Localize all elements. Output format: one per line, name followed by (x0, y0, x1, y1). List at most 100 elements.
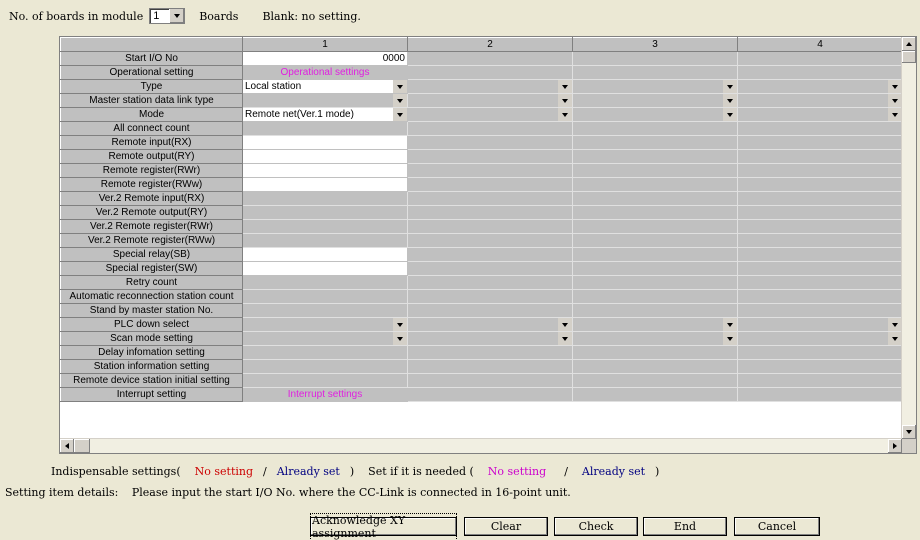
cancel-button[interactable]: Cancel (734, 517, 820, 536)
dropdown-cell[interactable] (407, 93, 573, 108)
input-cell[interactable] (242, 135, 408, 150)
dropdown-cell[interactable] (407, 317, 573, 332)
table-row: Remote device station initial setting (60, 373, 903, 388)
dropdown-cell[interactable] (737, 317, 903, 332)
dropdown-cell[interactable] (572, 79, 738, 94)
chevron-down-icon[interactable] (888, 108, 902, 121)
scroll-left-icon[interactable] (60, 439, 74, 453)
chevron-down-icon[interactable] (558, 80, 572, 93)
dropdown[interactable] (244, 332, 407, 345)
acknowledge-xy-button[interactable]: Acknowledge XY assignment (310, 512, 457, 540)
chevron-down-icon[interactable] (723, 108, 737, 121)
row-label: Remote register(RWr) (60, 163, 243, 178)
dropdown[interactable] (739, 332, 902, 345)
dropdown-cell[interactable] (407, 331, 573, 346)
dropdown[interactable] (574, 80, 737, 93)
chevron-down-icon[interactable] (558, 94, 572, 107)
chevron-down-icon[interactable] (558, 108, 572, 121)
dropdown-cell[interactable] (242, 331, 408, 346)
dropdown[interactable] (574, 318, 737, 331)
check-button[interactable]: Check (554, 517, 638, 536)
dropdown-cell[interactable] (242, 317, 408, 332)
dropdown-cell[interactable] (737, 107, 903, 122)
dropdown-cell[interactable] (737, 331, 903, 346)
vertical-scrollbar[interactable] (901, 37, 916, 439)
dropdown[interactable] (739, 108, 902, 121)
table-row: Operational setting Operational settings (60, 65, 903, 80)
dropdown-cell[interactable] (407, 107, 573, 122)
chevron-down-icon[interactable] (393, 108, 407, 121)
scroll-right-icon[interactable] (888, 439, 902, 453)
scroll-up-icon[interactable] (902, 37, 916, 51)
dropdown-cell[interactable] (572, 107, 738, 122)
row-label: Ver.2 Remote register(RWr) (60, 219, 243, 234)
horizontal-scrollbar[interactable] (60, 438, 902, 453)
end-button[interactable]: End (643, 517, 727, 536)
chevron-down-icon[interactable] (393, 332, 407, 345)
chevron-down-icon[interactable] (723, 80, 737, 93)
chevron-down-icon[interactable] (393, 318, 407, 331)
dropdown-cell[interactable] (572, 93, 738, 108)
dropdown-cell[interactable]: Remote net(Ver.1 mode) (242, 107, 408, 122)
dropdown[interactable] (739, 94, 902, 107)
row-label: Type (60, 79, 243, 94)
table-row: Scan mode setting (60, 331, 903, 346)
dropdown[interactable] (574, 108, 737, 121)
dropdown[interactable]: Local station (244, 80, 407, 93)
chevron-down-icon[interactable] (393, 94, 407, 107)
dropdown-cell[interactable] (572, 317, 738, 332)
grid-cell (737, 261, 903, 276)
dropdown-cell[interactable]: Local station (242, 79, 408, 94)
dropdown[interactable] (409, 332, 572, 345)
settings-link-cell[interactable]: Interrupt settings (242, 387, 408, 402)
input-cell[interactable] (242, 261, 408, 276)
input-cell[interactable] (242, 163, 408, 178)
dropdown[interactable] (739, 318, 902, 331)
chevron-down-icon[interactable] (888, 332, 902, 345)
dropdown[interactable] (244, 94, 407, 107)
dropdown-cell[interactable] (737, 93, 903, 108)
chevron-down-icon[interactable] (393, 80, 407, 93)
legend-no-setting: No setting (194, 465, 254, 478)
chevron-down-icon[interactable] (888, 318, 902, 331)
clear-button[interactable]: Clear (464, 517, 548, 536)
dropdown[interactable] (574, 332, 737, 345)
dropdown-cell[interactable] (242, 93, 408, 108)
chevron-down-icon[interactable] (723, 332, 737, 345)
table-row: PLC down select (60, 317, 903, 332)
grid-cell (572, 219, 738, 234)
chevron-down-icon[interactable] (723, 94, 737, 107)
grid-cell (572, 373, 738, 388)
dropdown-cell[interactable] (737, 79, 903, 94)
dropdown[interactable] (244, 318, 407, 331)
input-cell[interactable] (242, 247, 408, 262)
dropdown[interactable] (409, 108, 572, 121)
dropdown[interactable] (574, 94, 737, 107)
dropdown-cell[interactable] (572, 331, 738, 346)
scroll-down-icon[interactable] (902, 425, 916, 439)
dropdown[interactable] (739, 80, 902, 93)
row-label: Remote register(RWw) (60, 177, 243, 192)
input-cell[interactable] (242, 149, 408, 164)
chevron-down-icon[interactable] (888, 80, 902, 93)
horizontal-scroll-thumb[interactable] (74, 439, 90, 453)
dropdown[interactable]: Remote net(Ver.1 mode) (244, 108, 407, 121)
input-cell[interactable] (242, 177, 408, 192)
dropdown[interactable] (409, 318, 572, 331)
chevron-down-icon[interactable] (558, 332, 572, 345)
vertical-scroll-thumb[interactable] (902, 51, 916, 63)
dropdown-cell[interactable] (407, 79, 573, 94)
table-row: Mode Remote net(Ver.1 mode) (60, 107, 903, 122)
settings-link-cell[interactable]: Operational settings (242, 65, 408, 80)
chevron-down-icon[interactable] (723, 318, 737, 331)
chevron-down-icon[interactable] (169, 9, 185, 23)
chevron-down-icon[interactable] (888, 94, 902, 107)
dropdown[interactable] (409, 94, 572, 107)
grid-cell (737, 373, 903, 388)
column-header-3: 3 (572, 37, 738, 52)
chevron-down-icon[interactable] (558, 318, 572, 331)
table-row: Start I/O No 0000 (60, 51, 903, 66)
dropdown[interactable] (409, 80, 572, 93)
input-cell[interactable]: 0000 (242, 51, 408, 66)
boards-count-select[interactable]: 1 (149, 8, 186, 24)
